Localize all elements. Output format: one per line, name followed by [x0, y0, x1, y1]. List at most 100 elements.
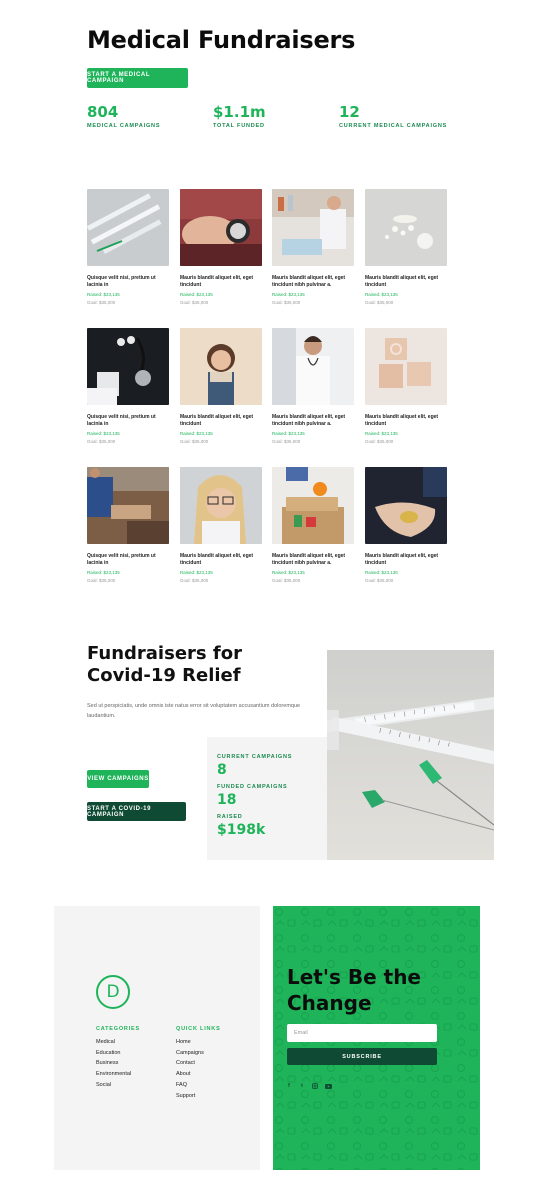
facebook-icon[interactable]: f: [285, 1082, 293, 1090]
campaign-image[interactable]: [272, 328, 354, 405]
campaign-title[interactable]: Quisque velit nisi, pretium ut lacinia i…: [87, 275, 169, 289]
quick-link[interactable]: FAQ: [176, 1080, 221, 1091]
campaign-title[interactable]: Mauris blandit aliquet elit, eget tincid…: [180, 275, 262, 289]
category-link[interactable]: Business: [96, 1058, 140, 1069]
campaign-image[interactable]: [180, 328, 262, 405]
quicklinks-heading: Quick Links: [176, 1026, 221, 1032]
covid-stat-label: Funded Campaigns: [217, 784, 288, 790]
campaign-image[interactable]: [272, 467, 354, 544]
campaign-raised: Raised: $23,135: [180, 431, 213, 436]
newsletter-title: Let's Be the Change: [287, 965, 421, 1015]
stat-value: 12: [339, 103, 360, 121]
campaign-title[interactable]: Mauris blandit aliquet elit, eget tincid…: [365, 275, 447, 289]
category-link[interactable]: Social: [96, 1080, 140, 1091]
campaign-raised: Raised: $23,135: [272, 570, 305, 575]
campaign-card[interactable]: Mauris blandit aliquet elit, eget tincid…: [272, 189, 354, 305]
quick-link[interactable]: Support: [176, 1091, 221, 1102]
campaign-title[interactable]: Mauris blandit aliquet elit, eget tincid…: [272, 553, 354, 567]
covid-stat-value: $198k: [217, 822, 266, 838]
page-title: Medical Fundraisers: [87, 26, 356, 54]
stat-label: Current Medical Campaigns: [339, 123, 448, 129]
campaign-card[interactable]: Mauris blandit aliquet elit, eget tincid…: [365, 328, 447, 444]
campaign-image[interactable]: [272, 189, 354, 266]
campaign-card[interactable]: Mauris blandit aliquet elit, eget tincid…: [180, 189, 262, 305]
campaign-raised: Raised: $23,135: [365, 431, 398, 436]
campaign-title[interactable]: Mauris blandit aliquet elit, eget tincid…: [365, 414, 447, 428]
campaign-title[interactable]: Quisque velit nisi, pretium ut lacinia i…: [87, 414, 169, 428]
campaign-card[interactable]: Quisque velit nisi, pretium ut lacinia i…: [87, 189, 169, 305]
campaign-image[interactable]: [180, 189, 262, 266]
campaign-card[interactable]: Mauris blandit aliquet elit, eget tincid…: [365, 189, 447, 305]
view-campaigns-button[interactable]: View Campaigns: [87, 770, 149, 788]
campaign-card[interactable]: Mauris blandit aliquet elit, eget tincid…: [180, 467, 262, 583]
campaign-goal: Goal: $35,000: [272, 578, 301, 583]
campaign-goal: Goal: $35,000: [87, 439, 116, 444]
campaign-card[interactable]: Quisque velit nisi, pretium ut lacinia i…: [87, 328, 169, 444]
quick-link[interactable]: Contact: [176, 1058, 221, 1069]
campaign-card[interactable]: Mauris blandit aliquet elit, eget tincid…: [180, 328, 262, 444]
campaign-title[interactable]: Mauris blandit aliquet elit, eget tincid…: [365, 553, 447, 567]
campaign-raised: Raised: $23,135: [180, 570, 213, 575]
subscribe-button[interactable]: Subscribe: [287, 1048, 437, 1065]
campaign-card[interactable]: Mauris blandit aliquet elit, eget tincid…: [365, 467, 447, 583]
campaign-raised: Raised: $23,135: [87, 292, 120, 297]
campaign-image[interactable]: [87, 328, 169, 405]
stat-value: 804: [87, 103, 119, 121]
campaign-card[interactable]: Mauris blandit aliquet elit, eget tincid…: [272, 467, 354, 583]
instagram-icon[interactable]: [311, 1082, 319, 1090]
campaign-title[interactable]: Mauris blandit aliquet elit, eget tincid…: [272, 275, 354, 289]
campaign-card[interactable]: Quisque velit nisi, pretium ut lacinia i…: [87, 467, 169, 583]
email-input[interactable]: [287, 1024, 437, 1042]
campaign-goal: Goal: $35,000: [365, 300, 394, 305]
campaign-title[interactable]: Mauris blandit aliquet elit, eget tincid…: [272, 414, 354, 428]
covid-stat-label: Raised: [217, 814, 243, 820]
start-covid-campaign-button[interactable]: Start a Covid-19 Campaign: [87, 802, 186, 821]
campaign-raised: Raised: $23,135: [180, 292, 213, 297]
covid-stats-box: Current Campaigns 8 Funded Campaigns 18 …: [207, 737, 327, 860]
newsletter-panel: Let's Be the Change Subscribe f t: [273, 906, 480, 1170]
campaign-goal: Goal: $35,000: [365, 439, 394, 444]
covid-section-title: Fundraisers for Covid-19 Relief: [87, 643, 242, 686]
quicklinks-list: Home Campaigns Contact About FAQ Support: [176, 1037, 221, 1101]
category-link[interactable]: Education: [96, 1048, 140, 1059]
stat-value: $1.1m: [213, 103, 266, 121]
category-link[interactable]: Environmental: [96, 1069, 140, 1080]
youtube-icon[interactable]: [324, 1082, 332, 1090]
categories-list: Medical Education Business Environmental Soc…: [96, 1037, 140, 1091]
covid-stat-value: 18: [217, 792, 237, 808]
campaign-image[interactable]: [365, 467, 447, 544]
covid-description: Sed ut perspiciatis, unde omnis iste nat…: [87, 703, 301, 719]
quick-link[interactable]: Campaigns: [176, 1048, 221, 1059]
logo-letter: D: [106, 982, 120, 1002]
start-medical-campaign-button[interactable]: Start a Medical Campaign: [87, 68, 188, 88]
stat-medical-campaigns: 804 Medical Campaigns: [87, 103, 160, 129]
campaign-raised: Raised: $23,135: [272, 292, 305, 297]
logo[interactable]: D: [96, 975, 130, 1009]
campaign-title[interactable]: Quisque velit nisi, pretium ut lacinia i…: [87, 553, 169, 567]
campaign-raised: Raised: $23,135: [272, 431, 305, 436]
quick-link[interactable]: Home: [176, 1037, 221, 1048]
campaign-goal: Goal: $35,000: [87, 300, 116, 305]
campaign-image[interactable]: [365, 189, 447, 266]
campaign-goal: Goal: $35,000: [180, 300, 209, 305]
twitter-icon[interactable]: t: [298, 1082, 306, 1090]
covid-stat-label: Current Campaigns: [217, 754, 293, 760]
campaign-raised: Raised: $23,135: [365, 292, 398, 297]
campaign-title[interactable]: Mauris blandit aliquet elit, eget tincid…: [180, 414, 262, 428]
quick-link[interactable]: About: [176, 1069, 221, 1080]
campaign-image[interactable]: [180, 467, 262, 544]
campaign-goal: Goal: $35,000: [272, 300, 301, 305]
social-links: f t: [285, 1082, 332, 1090]
campaign-goal: Goal: $35,000: [180, 578, 209, 583]
campaign-image[interactable]: [365, 328, 447, 405]
footer-info-panel: D Categories Medical Education Business Env…: [54, 906, 260, 1170]
campaign-card[interactable]: Mauris blandit aliquet elit, eget tincid…: [272, 328, 354, 444]
stat-total-funded: $1.1m Total Funded: [213, 103, 266, 129]
stat-label: Total Funded: [213, 123, 265, 129]
categories-heading: Categories: [96, 1026, 140, 1032]
campaign-image[interactable]: [87, 189, 169, 266]
campaign-title[interactable]: Mauris blandit aliquet elit, eget tincid…: [180, 553, 262, 567]
category-link[interactable]: Medical: [96, 1037, 140, 1048]
campaign-image[interactable]: [87, 467, 169, 544]
covid-stat-value: 8: [217, 762, 227, 778]
